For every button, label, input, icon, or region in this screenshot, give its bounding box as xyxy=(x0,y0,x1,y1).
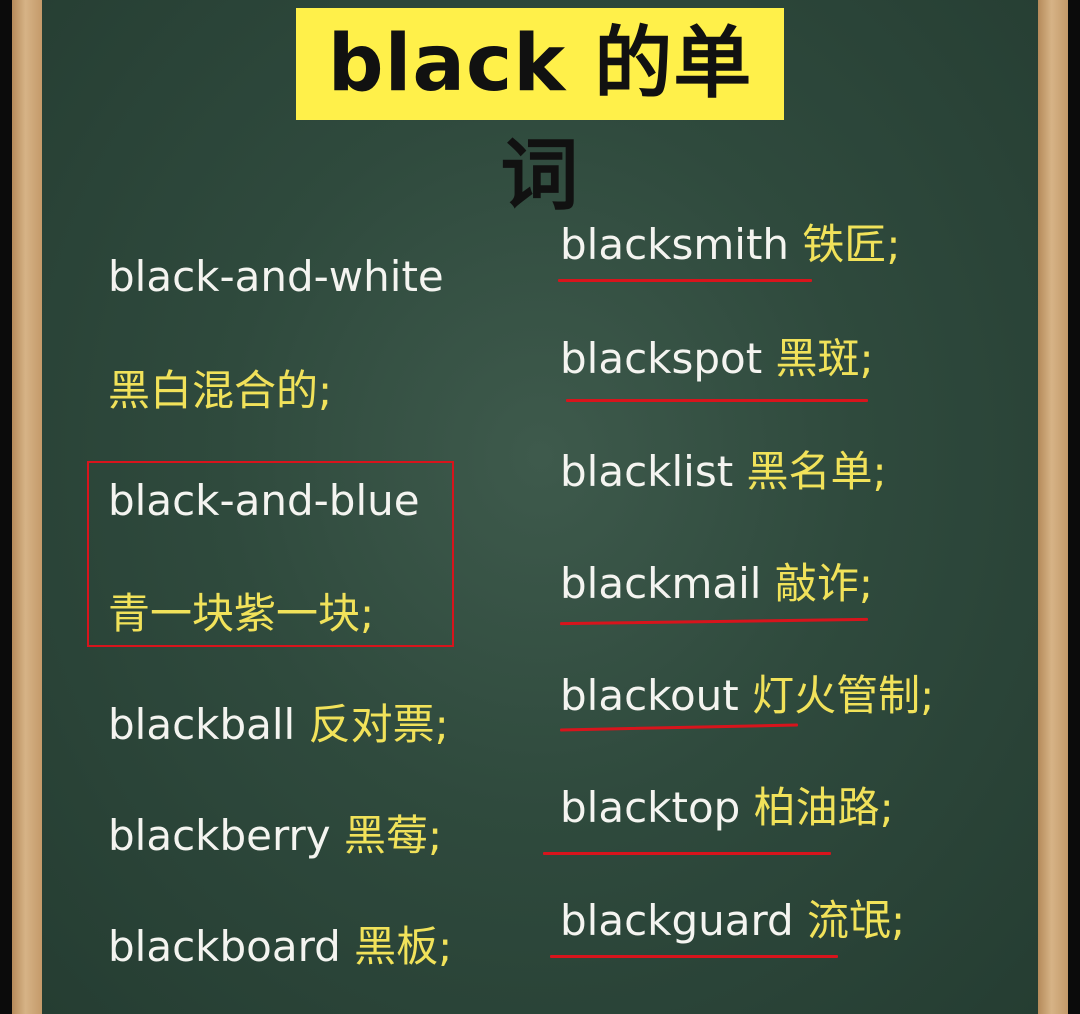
left-meaning-5: 黑板; xyxy=(354,922,453,971)
right-meaning-2: 黑斑; xyxy=(775,334,874,383)
right-word-4: blackmail xyxy=(560,559,762,608)
right-word-3: blacklist xyxy=(560,447,734,496)
wood-frame-left xyxy=(12,0,42,1014)
wood-frame-right xyxy=(1038,0,1068,1014)
right-meaning-1: 铁匠; xyxy=(802,220,901,269)
left-entry-3: blackball 反对票; xyxy=(108,704,449,746)
right-entry-5: blackout 灯火管制; xyxy=(560,675,934,717)
left-word-3: blackball xyxy=(108,700,296,749)
left-entry-4: blackberry 黑莓; xyxy=(108,815,442,857)
left-word-5: blackboard xyxy=(108,922,341,971)
underline-2 xyxy=(566,399,868,402)
right-entry-4: blackmail 敲诈; xyxy=(560,563,873,605)
underline-6 xyxy=(550,955,838,958)
underline-5 xyxy=(543,852,831,855)
right-word-1: blacksmith xyxy=(560,220,790,269)
left-meaning-1: 黑白混合的; xyxy=(108,366,333,415)
right-word-5: blackout xyxy=(560,671,739,720)
right-entry-1: blacksmith 铁匠; xyxy=(560,224,901,266)
underline-1 xyxy=(558,279,812,282)
left-entry-5: blackboard 黑板; xyxy=(108,926,452,968)
right-word-7: blackguard xyxy=(560,896,794,945)
right-word-6: blacktop xyxy=(560,783,741,832)
right-meaning-5: 灯火管制; xyxy=(752,671,935,720)
right-meaning-6: 柏油路; xyxy=(753,783,894,832)
right-entry-6: blacktop 柏油路; xyxy=(560,787,894,829)
left-meaning-2: 青一块紫一块; xyxy=(108,589,375,638)
page-title: black 的单词 xyxy=(296,8,784,221)
left-meaning-3: 反对票; xyxy=(308,700,449,749)
right-meaning-7: 流氓; xyxy=(807,896,906,945)
left-meaning-4: 黑莓; xyxy=(344,811,443,860)
right-entry-2: blackspot 黑斑; xyxy=(560,338,874,380)
image-frame: black 的单词 black-and-white 黑白混合的; black-a… xyxy=(0,0,1080,1014)
left-word-2: black-and-blue xyxy=(108,476,420,525)
right-meaning-4: 敲诈; xyxy=(774,559,873,608)
right-entry-7: blackguard 流氓; xyxy=(560,900,905,942)
left-word-4: blackberry xyxy=(108,811,331,860)
right-word-2: blackspot xyxy=(560,334,763,383)
right-entry-3: blacklist 黑名单; xyxy=(560,451,887,493)
left-word-1: black-and-white xyxy=(108,252,444,301)
right-meaning-3: 黑名单; xyxy=(746,447,887,496)
